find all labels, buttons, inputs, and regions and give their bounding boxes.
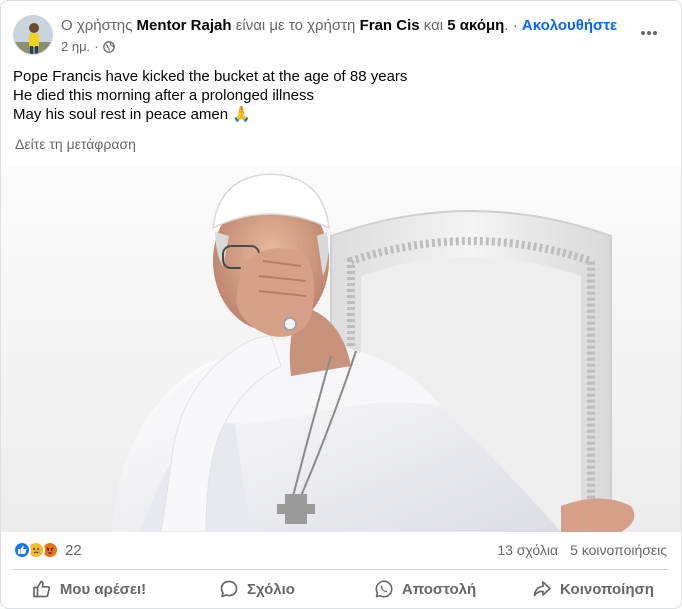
dot-separator: . · (504, 17, 518, 34)
whatsapp-icon (375, 580, 393, 598)
globe-icon[interactable] (102, 40, 115, 53)
like-reaction-icon (13, 541, 31, 559)
post-card: Ο χρήστης Mentor Rajah είναι με το χρήστ… (0, 0, 682, 609)
shares-count[interactable]: 5 κοινοποιήσεις (570, 542, 667, 558)
post-photo[interactable] (1, 166, 681, 532)
more-options-icon[interactable] (639, 23, 659, 43)
author-line: Ο χρήστης Mentor Rajah είναι με το χρήστ… (61, 17, 617, 34)
share-icon (533, 581, 551, 597)
reactions-summary[interactable]: 22 (13, 541, 82, 559)
see-translation-link[interactable]: Δείτε τη μετάφραση (15, 136, 136, 152)
share-button[interactable]: Κοινοποίηση (509, 572, 677, 606)
author-avatar[interactable] (13, 15, 53, 55)
comments-count[interactable]: 13 σχόλια (497, 542, 558, 558)
reaction-count: 22 (65, 541, 82, 559)
tagged-name[interactable]: Fran Cis (360, 17, 420, 34)
and-text: και (423, 17, 444, 34)
share-label: Κοινοποίηση (560, 580, 654, 598)
others-link[interactable]: 5 ακόμη (447, 17, 504, 34)
post-line: May his soul rest in peace amen 🙏 (13, 106, 251, 123)
post-line: He died this morning after a prolonged i… (13, 87, 315, 104)
send-button[interactable]: Αποστολή (341, 572, 509, 606)
author-prefix: Ο χρήστης (61, 17, 133, 34)
post-meta: 2 ημ. · (61, 39, 115, 54)
thumbs-up-icon (32, 580, 50, 598)
post-actions-bar: Μου αρέσει! Σχόλιο Αποστολή Κοινοποίηση (5, 572, 677, 606)
author-name[interactable]: Mentor Rajah (137, 17, 232, 34)
comment-label: Σχόλιο (247, 580, 295, 598)
engagement-counts: 13 σχόλια 5 κοινοποιήσεις (497, 542, 667, 558)
actions-divider (13, 569, 669, 570)
post-text: Pope Francis have kicked the bucket at t… (13, 67, 407, 124)
comment-icon (220, 580, 238, 598)
like-label: Μου αρέσει! (59, 580, 147, 598)
post-header: Ο χρήστης Mentor Rajah είναι με το χρήστ… (1, 1, 681, 61)
post-time[interactable]: 2 ημ. (61, 39, 90, 54)
comment-button[interactable]: Σχόλιο (173, 572, 341, 606)
send-label: Αποστολή (401, 580, 477, 598)
like-button[interactable]: Μου αρέσει! (5, 572, 173, 606)
post-line: Pope Francis have kicked the bucket at t… (13, 68, 408, 85)
meta-separator: · (94, 39, 99, 54)
pope-photo-image (1, 166, 681, 532)
avatar-image (14, 16, 52, 54)
with-text: είναι με το χρήστη (235, 17, 356, 34)
follow-button[interactable]: Ακολουθήστε (522, 17, 617, 34)
